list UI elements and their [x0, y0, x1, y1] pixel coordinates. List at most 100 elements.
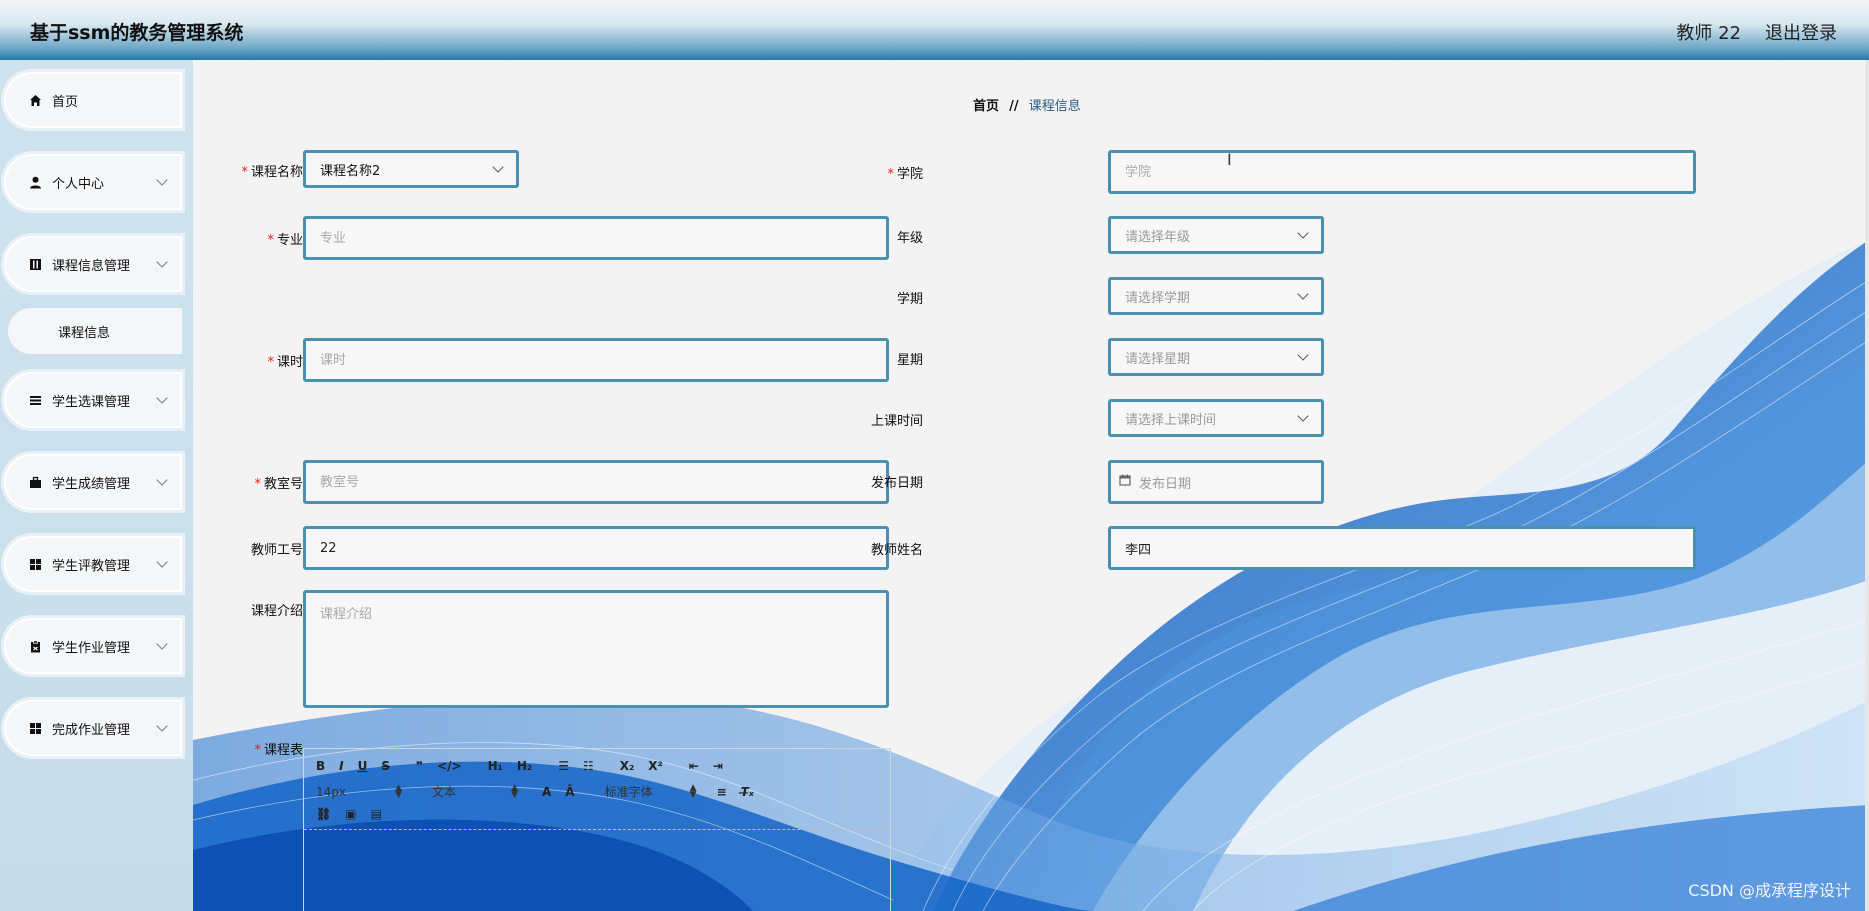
- calendar-icon: [1119, 474, 1131, 490]
- college-input[interactable]: [1108, 150, 1696, 194]
- chevron-down-icon: [156, 392, 168, 404]
- indent-icon[interactable]: ⇥: [713, 759, 723, 773]
- block-type-select[interactable]: 文本 ▲ ▼: [432, 783, 518, 800]
- bold-icon[interactable]: B: [316, 759, 325, 773]
- course-name-select[interactable]: 课程名称2: [303, 150, 519, 188]
- sidebar-item-label: 完成作业管理: [52, 722, 131, 738]
- sidebar-item-label: 课程信息管理: [52, 258, 131, 274]
- publish-date-placeholder: 发布日期: [1139, 476, 1192, 492]
- major-label: * 专业: [267, 233, 303, 248]
- chevron-down-icon: [156, 720, 168, 732]
- superscript-icon[interactable]: X²: [648, 759, 663, 773]
- code-block-icon[interactable]: </>: [437, 759, 462, 773]
- list-icon: [28, 393, 42, 407]
- underline-icon[interactable]: U: [358, 759, 368, 773]
- font-color-icon[interactable]: A: [542, 785, 551, 799]
- weekday-select[interactable]: 请选择星期: [1108, 338, 1324, 376]
- breadcrumb: 首页 // 课程信息: [973, 95, 1081, 114]
- major-input[interactable]: [303, 216, 889, 260]
- scrollbar[interactable]: [1865, 60, 1869, 911]
- hours-label: * 课时: [267, 355, 303, 370]
- background-color-icon[interactable]: Ā: [565, 785, 574, 799]
- weekday-placeholder: 请选择星期: [1125, 351, 1191, 367]
- clear-format-icon[interactable]: T̶ₓ: [741, 785, 754, 799]
- blockquote-icon[interactable]: ❞: [416, 759, 423, 773]
- sidebar-item-label: 学生选课管理: [52, 394, 131, 410]
- editor-toolbar-row-2: 14px ▲ ▼ 文本 ▲ ▼ A Ā 标准字体 ▲ ▼ ≡ T̶ₓ: [316, 783, 768, 800]
- teacher-name-input[interactable]: [1108, 526, 1696, 570]
- class-time-placeholder: 请选择上课时间: [1125, 412, 1217, 428]
- font-family-select[interactable]: 标准字体 ▲ ▼: [605, 783, 697, 800]
- term-select[interactable]: 请选择学期: [1108, 277, 1324, 315]
- chevron-down-icon: [1297, 410, 1309, 422]
- weekday-label: 星期: [896, 353, 923, 368]
- course-name-selected: 课程名称2: [320, 163, 381, 179]
- chevron-down-icon: [492, 161, 504, 173]
- sidebar-subitem-course-info[interactable]: 课程信息: [8, 308, 182, 354]
- sidebar-item-course-info-management[interactable]: 课程信息管理: [4, 236, 182, 292]
- editor-content-area[interactable]: [304, 829, 890, 911]
- sidebar-item-course-selection-management[interactable]: 学生选课管理: [4, 372, 182, 428]
- book-icon: [28, 257, 42, 271]
- align-icon[interactable]: ≡: [717, 785, 727, 799]
- sidebar-item-label: 学生作业管理: [52, 640, 131, 656]
- bullet-list-icon[interactable]: ☷: [583, 759, 594, 773]
- app-title: 基于ssm的教务管理系统: [30, 22, 244, 44]
- sidebar-item-home[interactable]: 首页: [4, 72, 182, 128]
- sidebar-item-label: 首页: [52, 94, 79, 110]
- image-icon[interactable]: ▣: [345, 807, 356, 821]
- clipboard-icon: [28, 639, 42, 653]
- home-icon: [28, 93, 42, 107]
- sidebar-subitem-label: 课程信息: [58, 325, 111, 341]
- breadcrumb-separator: //: [1009, 99, 1019, 114]
- grade-label: 年级: [896, 231, 923, 246]
- chevron-down-icon: [156, 474, 168, 486]
- heading-1-icon[interactable]: H₁: [488, 759, 503, 773]
- italic-icon[interactable]: I: [339, 759, 343, 773]
- font-size-select[interactable]: 14px ▲ ▼: [316, 783, 402, 799]
- user-icon: [28, 175, 42, 189]
- subscript-icon[interactable]: X₂: [620, 759, 635, 773]
- term-label: 学期: [896, 292, 923, 307]
- sidebar-item-evaluation-management[interactable]: 学生评教管理: [4, 536, 182, 592]
- class-time-label: 上课时间: [870, 414, 923, 429]
- breadcrumb-home[interactable]: 首页: [973, 99, 999, 114]
- schedule-label: * 课程表: [254, 743, 303, 758]
- ordered-list-icon[interactable]: ☰: [558, 759, 569, 773]
- video-icon[interactable]: ▤: [371, 807, 382, 821]
- chevron-down-icon: [1297, 349, 1309, 361]
- breadcrumb-current: 课程信息: [1028, 99, 1081, 114]
- grade-select[interactable]: 请选择年级: [1108, 216, 1324, 254]
- sidebar-item-label: 学生成绩管理: [52, 476, 131, 492]
- classroom-label: * 教室号: [254, 477, 303, 492]
- intro-label: 课程介绍: [250, 604, 303, 619]
- grade-placeholder: 请选择年级: [1125, 229, 1191, 245]
- chevron-down-icon: [156, 256, 168, 268]
- sidebar-item-label: 学生评教管理: [52, 558, 131, 574]
- sidebar-item-completed-homework-management[interactable]: 完成作业管理: [4, 700, 182, 756]
- sidebar-item-homework-management[interactable]: 学生作业管理: [4, 618, 182, 674]
- hours-input[interactable]: [303, 338, 889, 382]
- teacher-name-label: 教师姓名: [870, 543, 923, 558]
- teacher-id-input[interactable]: [303, 526, 889, 570]
- chevron-down-icon: [156, 174, 168, 186]
- heading-2-icon[interactable]: H₂: [517, 759, 532, 773]
- publish-date-label: 发布日期: [870, 476, 923, 491]
- logout-button[interactable]: 退出登录: [1765, 19, 1837, 45]
- chevron-down-icon: [1297, 288, 1309, 300]
- college-label: * 学院: [887, 167, 923, 182]
- chevron-down-icon: [156, 556, 168, 568]
- publish-date-picker[interactable]: 发布日期: [1108, 460, 1324, 504]
- intro-textarea[interactable]: [303, 590, 889, 708]
- main-content: 首页 // 课程信息 *课程名称 课程名称2 *专业 *课时 *教室号 教师工号…: [193, 60, 1869, 911]
- grid-icon: [28, 557, 42, 571]
- sidebar-item-personal-center[interactable]: 个人中心: [4, 154, 182, 210]
- class-time-select[interactable]: 请选择上课时间: [1108, 399, 1324, 437]
- sidebar-item-label: 个人中心: [52, 176, 105, 192]
- classroom-input[interactable]: [303, 460, 889, 504]
- grid-icon: [28, 721, 42, 735]
- strikethrough-icon[interactable]: S: [381, 759, 390, 773]
- link-icon[interactable]: ⛓: [316, 807, 331, 821]
- outdent-icon[interactable]: ⇤: [689, 759, 699, 773]
- sidebar-item-grade-management[interactable]: 学生成绩管理: [4, 454, 182, 510]
